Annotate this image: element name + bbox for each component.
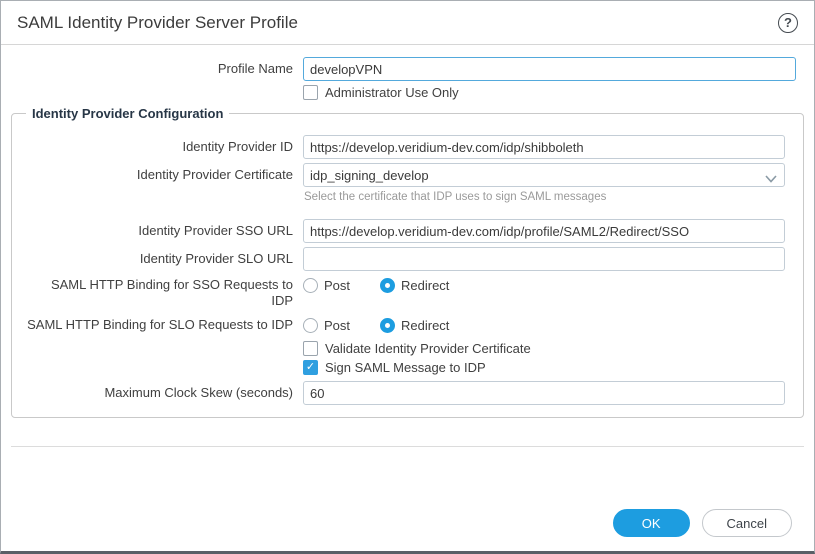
- administrator-use-only-label: Administrator Use Only: [325, 85, 459, 100]
- slo-binding-redirect-radio[interactable]: [380, 318, 395, 333]
- cancel-button[interactable]: Cancel: [702, 509, 792, 537]
- idp-id-label: Identity Provider ID: [22, 139, 303, 155]
- sso-binding-post-label: Post: [324, 278, 350, 293]
- idp-certificate-select[interactable]: idp_signing_develop: [303, 163, 785, 187]
- sso-binding-redirect-label: Redirect: [401, 278, 449, 293]
- dialog-title: SAML Identity Provider Server Profile: [17, 13, 778, 33]
- identity-provider-configuration-title: Identity Provider Configuration: [26, 106, 229, 121]
- spacer: [22, 191, 303, 203]
- sso-binding-label: SAML HTTP Binding for SSO Requests to ID…: [22, 277, 303, 309]
- saml-idp-server-profile-dialog: SAML Identity Provider Server Profile ? …: [0, 0, 815, 554]
- idp-certificate-hint: Select the certificate that IDP uses to …: [303, 191, 606, 203]
- identity-provider-configuration-group: Identity Provider Configuration Identity…: [11, 106, 804, 418]
- sign-saml-message-label: Sign SAML Message to IDP: [325, 360, 486, 375]
- validate-idp-certificate-label: Validate Identity Provider Certificate: [325, 341, 531, 356]
- dialog-body: Profile Name Administrator Use Only Iden…: [1, 45, 814, 495]
- profile-name-input[interactable]: [303, 57, 796, 81]
- chevron-down-icon[interactable]: [765, 171, 777, 186]
- administrator-use-only-checkbox[interactable]: [303, 85, 318, 100]
- dialog-titlebar: SAML Identity Provider Server Profile ?: [1, 1, 814, 45]
- sso-url-label: Identity Provider SSO URL: [22, 223, 303, 239]
- sso-url-input[interactable]: [303, 219, 785, 243]
- slo-binding-label: SAML HTTP Binding for SLO Requests to ID…: [22, 317, 303, 333]
- idp-id-input[interactable]: [303, 135, 785, 159]
- sso-binding-redirect-radio[interactable]: [380, 278, 395, 293]
- clock-skew-label: Maximum Clock Skew (seconds): [22, 385, 303, 401]
- idp-certificate-label: Identity Provider Certificate: [22, 167, 303, 183]
- ok-button[interactable]: OK: [613, 509, 690, 537]
- sso-binding-post-radio[interactable]: [303, 278, 318, 293]
- slo-binding-post-radio[interactable]: [303, 318, 318, 333]
- slo-binding-post-label: Post: [324, 318, 350, 333]
- help-icon[interactable]: ?: [778, 13, 798, 33]
- slo-url-input[interactable]: [303, 247, 785, 271]
- dialog-footer: OK Cancel: [1, 495, 814, 551]
- idp-certificate-value: idp_signing_develop: [310, 168, 429, 183]
- validate-idp-certificate-checkbox[interactable]: [303, 341, 318, 356]
- sign-saml-message-checkbox[interactable]: ✓: [303, 360, 318, 375]
- footer-divider: [11, 446, 804, 447]
- slo-binding-redirect-label: Redirect: [401, 318, 449, 333]
- slo-url-label: Identity Provider SLO URL: [22, 251, 303, 267]
- profile-name-label: Profile Name: [11, 61, 303, 77]
- clock-skew-input[interactable]: [303, 381, 785, 405]
